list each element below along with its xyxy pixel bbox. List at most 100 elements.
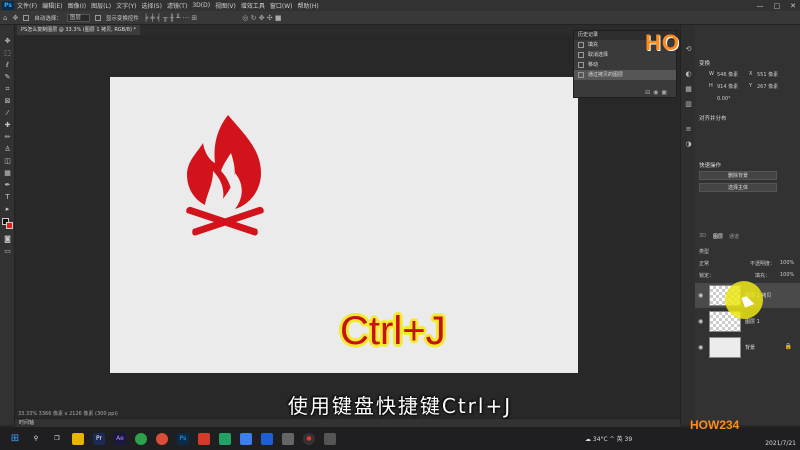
system-clock[interactable]: 2021/7/21 xyxy=(730,440,796,448)
remove-background-button[interactable]: 删除背景 xyxy=(699,171,777,180)
visibility-eye-icon[interactable]: ◉ xyxy=(698,292,703,299)
blend-mode-dropdown[interactable]: 正常 xyxy=(699,260,709,267)
quick-actions-section-title: 快速操作 xyxy=(699,163,722,169)
menu-3d[interactable]: 3D(D) xyxy=(192,2,210,9)
height-field[interactable]: 914 像素 xyxy=(717,83,738,90)
office-icon[interactable] xyxy=(198,432,210,445)
close-button[interactable]: ✕ xyxy=(790,2,796,10)
quick-select-tool-icon[interactable]: ✎ xyxy=(2,73,13,82)
3d-mode-icons[interactable]: ◎ ↻ ✥ ✣ ■ xyxy=(242,14,281,22)
opacity-field[interactable]: 100% xyxy=(780,260,794,266)
history-footer-icons[interactable]: ⊟◉▣ xyxy=(645,89,670,96)
search-icon[interactable]: ⚲ xyxy=(30,433,42,445)
home-icon[interactable]: ⌂ xyxy=(3,14,7,22)
align-icons[interactable]: ╞ ╪ ╡ ╥ ╫ ╨ ··· ⊞ xyxy=(144,14,197,22)
stamp-tool-icon[interactable]: ♙ xyxy=(2,145,13,154)
quick-mask-icon[interactable]: ◙ xyxy=(2,235,13,244)
tab-3d[interactable]: 3D xyxy=(699,233,706,239)
brush-tool-icon[interactable]: ✏ xyxy=(2,133,13,142)
layer-kind-filter[interactable]: 类型 xyxy=(699,248,709,255)
menu-bar: Ps 文件(F) 编辑(E) 图像(I) 图层(L) 文字(Y) 选择(S) 滤… xyxy=(0,0,800,11)
canvas-shortcut-text: Ctrl+J xyxy=(340,309,446,353)
history-item-selected[interactable]: 通过拷贝的图层 xyxy=(574,70,676,80)
record-icon[interactable]: ● xyxy=(303,432,315,445)
crop-tool-icon[interactable]: ⌗ xyxy=(2,85,13,94)
menu-plugins[interactable]: 增效工具 xyxy=(241,1,265,10)
background-color-swatch[interactable] xyxy=(6,222,13,229)
weather-widget[interactable]: ☁ 34°C ^ 英 39 xyxy=(585,434,632,443)
gradient-tool-icon[interactable]: ▦ xyxy=(2,169,13,178)
swatches-panel-icon[interactable]: ▦ xyxy=(684,85,693,94)
app-icon-2[interactable] xyxy=(282,432,294,445)
menu-window[interactable]: 窗口(W) xyxy=(270,1,293,10)
eyedropper-tool-icon[interactable]: ⁄ xyxy=(2,109,13,118)
menu-image[interactable]: 图像(I) xyxy=(68,1,86,10)
width-field[interactable]: 546 像素 xyxy=(717,71,738,78)
align-section-title: 对齐并分布 xyxy=(699,116,727,122)
menu-layer[interactable]: 图层(L) xyxy=(91,1,111,10)
minimize-button[interactable]: — xyxy=(757,2,764,10)
tools-panel: ✥ ⬚ ℓ ✎ ⌗ ⊠ ⁄ ✚ ✏ ♙ ◫ ▦ ✒ T ▸ ◙ ▭ xyxy=(0,25,15,425)
move-tool-icon[interactable]: ✥ xyxy=(2,37,13,46)
menu-help[interactable]: 帮助(H) xyxy=(298,1,319,10)
wechat-icon[interactable] xyxy=(219,432,231,445)
type-tool-icon[interactable]: T xyxy=(2,193,13,202)
color-panel-icon[interactable]: ◐ xyxy=(684,70,693,79)
tab-channels[interactable]: 通道 xyxy=(729,233,739,240)
fill-field[interactable]: 100% xyxy=(780,272,794,278)
frame-tool-icon[interactable]: ⊠ xyxy=(2,97,13,106)
marquee-tool-icon[interactable]: ⬚ xyxy=(2,49,13,58)
auto-select-checkbox[interactable] xyxy=(23,14,30,21)
window-controls: — □ ✕ xyxy=(757,0,797,11)
tab-layers[interactable]: 图层 xyxy=(713,233,723,240)
campfire-graphic xyxy=(186,115,264,236)
x-field[interactable]: 551 像素 xyxy=(757,71,778,78)
path-select-tool-icon[interactable]: ▸ xyxy=(2,205,13,214)
visibility-eye-icon[interactable]: ◉ xyxy=(698,344,703,351)
menu-file[interactable]: 文件(F) xyxy=(17,1,37,10)
photoshop-logo: Ps xyxy=(2,1,14,10)
photoshop-taskbar-icon[interactable]: Ps xyxy=(177,432,189,445)
browser-icon[interactable] xyxy=(261,432,273,445)
file-explorer-icon[interactable] xyxy=(72,432,84,445)
menu-select[interactable]: 选择(S) xyxy=(141,1,162,10)
lasso-tool-icon[interactable]: ℓ xyxy=(2,61,13,70)
timeline-panel-tab[interactable]: 时间轴 xyxy=(15,418,680,427)
properties-panel-icon[interactable]: ≡ xyxy=(684,125,693,134)
menu-type[interactable]: 文字(Y) xyxy=(116,1,136,10)
auto-select-dropdown[interactable]: 图层 xyxy=(66,13,90,22)
show-transform-label: 显示变换控件 xyxy=(105,15,139,22)
layer-row[interactable]: ◉ 背景 🔒 xyxy=(695,335,800,360)
eraser-tool-icon[interactable]: ◫ xyxy=(2,157,13,166)
move-tool-icon[interactable]: ✥ xyxy=(12,14,18,22)
menu-edit[interactable]: 编辑(E) xyxy=(42,1,62,10)
screen-mode-icon[interactable]: ▭ xyxy=(2,247,13,256)
history-step-icon xyxy=(578,62,584,68)
history-item[interactable]: 移动 xyxy=(574,60,676,70)
layer-name: 图层 1 xyxy=(745,319,760,325)
app-icon[interactable] xyxy=(240,432,252,445)
history-step-icon xyxy=(578,72,584,78)
adjustments-panel-icon[interactable]: ◑ xyxy=(684,140,693,149)
premiere-icon[interactable]: Pr xyxy=(93,432,105,445)
maximize-button[interactable]: □ xyxy=(774,2,781,10)
document-tab[interactable]: PS怎么复制图层 @ 33.3% (图层 1 拷贝, RGB/8) * xyxy=(17,25,141,35)
menu-view[interactable]: 视图(V) xyxy=(215,1,236,10)
history-panel-icon[interactable]: ⟲ xyxy=(684,45,693,54)
show-transform-checkbox[interactable] xyxy=(94,14,101,21)
app-icon-3[interactable] xyxy=(324,432,336,445)
windows-start-icon[interactable]: ⊞ xyxy=(9,433,21,445)
angle-field[interactable]: 0.00° xyxy=(717,96,731,102)
visibility-eye-icon[interactable]: ◉ xyxy=(698,318,703,325)
menu-filter[interactable]: 滤镜(T) xyxy=(167,1,187,10)
chrome-icon[interactable] xyxy=(156,432,168,445)
pen-tool-icon[interactable]: ✒ xyxy=(2,181,13,190)
chat-app-icon[interactable] xyxy=(135,432,147,445)
after-effects-icon[interactable]: Ae xyxy=(114,432,126,445)
select-subject-button[interactable]: 选择主体 xyxy=(699,183,777,192)
task-view-icon[interactable]: ❐ xyxy=(51,433,63,445)
gradients-panel-icon[interactable]: ▥ xyxy=(684,100,693,109)
y-field[interactable]: 267 像素 xyxy=(757,83,778,90)
healing-tool-icon[interactable]: ✚ xyxy=(2,121,13,130)
panel-icon-strip: ⟲ ◐ ▦ ▥ ≡ ◑ xyxy=(680,25,695,425)
